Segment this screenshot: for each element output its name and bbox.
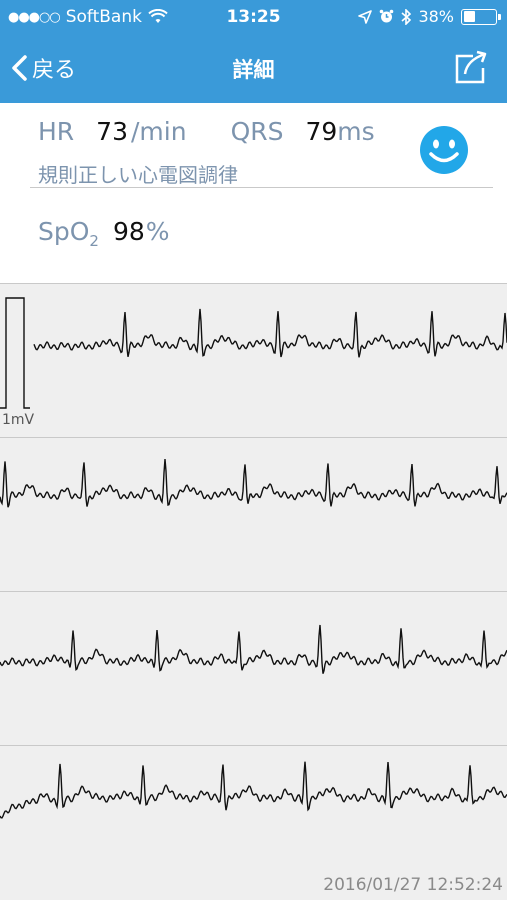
navigation-bar: 戻る 詳細 [0,36,507,103]
battery-percent: 38% [418,7,454,26]
status-bar: ●●●○○ SoftBank 13:25 38% [0,0,507,36]
ecg-trace-3 [0,624,507,674]
location-arrow-icon [358,9,373,24]
spo2-unit: % [145,217,170,246]
smiley-face-icon [420,126,468,174]
ecg-waveform [0,761,507,819]
calibration-pulse [0,297,30,409]
battery-level [463,11,476,22]
share-icon[interactable] [451,48,491,88]
ecg-trace-2 [0,459,507,508]
readings-panel: HR 73 /min QRS 79 ms 規則正しい心電図調律 SpO2 98 … [0,103,507,283]
calibration-label: 1mV [2,412,35,428]
hr-unit: /min [130,117,187,146]
spo2-value: 98 [112,217,145,246]
ecg-waveform [0,459,507,508]
ecg-waveform [0,624,507,674]
hr-qrs-row: HR 73 /min QRS 79 ms [38,117,375,146]
ecg-strip-2 [0,437,507,591]
qrs-unit: ms [337,117,375,146]
ecg-strip-3 [0,591,507,745]
recording-timestamp: 2016/01/27 12:52:24 [323,875,503,895]
page-title: 詳細 [232,58,275,82]
spo2-label: SpO2 [38,217,99,250]
top-bar: ●●●○○ SoftBank 13:25 38% 戻る 詳細 [0,0,507,103]
hr-value: 73 [96,117,128,146]
ecg-chart: 1mV 2016/01/27 12:52:24 [0,283,507,900]
rhythm-status: 規則正しい心電図調律 [38,163,238,187]
qrs-label: QRS [230,117,284,146]
ecg-trace-1 [0,297,507,409]
spo2-row: SpO2 98 % [38,217,170,250]
ecg-waveform [33,308,507,358]
battery-icon [461,8,501,25]
bluetooth-icon [401,8,412,25]
qrs-value: 79 [305,117,338,146]
hr-label: HR [38,117,75,146]
alarm-icon [380,9,394,23]
divider [30,187,493,188]
ecg-strip-1: 1mV [0,283,507,437]
